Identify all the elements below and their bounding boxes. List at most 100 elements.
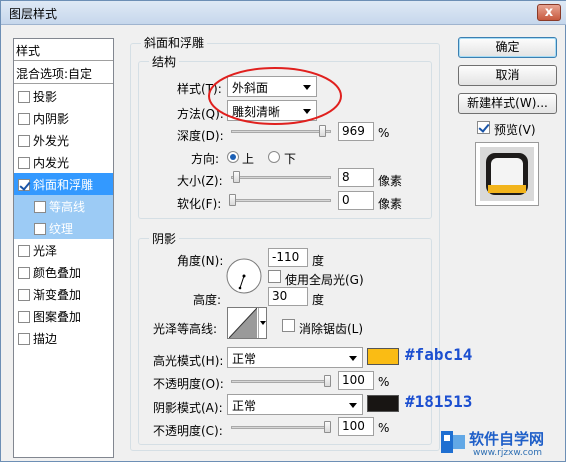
depth-slider-thumb[interactable] [319,125,327,137]
style-item-checkbox[interactable] [34,223,46,235]
structure-title: 结构 [149,53,180,70]
style-item-label: 图案叠加 [33,310,82,324]
shadow-color-swatch[interactable] [367,395,399,412]
style-item-checkbox[interactable] [18,289,30,301]
new-style-button[interactable]: 新建样式(W)... [458,93,557,114]
style-item-label: 斜面和浮雕 [33,178,94,192]
direction-down-radio[interactable] [268,151,280,163]
style-item-label: 光泽 [33,244,58,258]
site-logo-icon [441,431,465,453]
preview-swatch-icon [480,147,534,201]
shadow-color-note: #181513 [405,392,473,411]
shadow-opacity-label: 不透明度(C): [153,424,223,438]
watermark-url: www.rjzxw.com [473,448,542,458]
red-annotation-ellipse [208,67,342,125]
styles-header[interactable]: 样式 [14,39,113,61]
shadow-mode-select[interactable]: 正常 [227,394,363,415]
shadow-mode-value: 正常 [232,399,257,413]
depth-input[interactable]: 969 [338,122,374,141]
shadow-opacity-track[interactable] [231,426,331,429]
size-slider-track[interactable] [231,176,331,179]
style-item-checkbox[interactable] [18,113,30,125]
soften-slider-track[interactable] [231,199,331,202]
soften-input[interactable]: 0 [338,191,374,210]
soften-unit: 像素 [378,197,403,211]
shadow-opacity-unit: % [378,421,390,435]
depth-label: 深度(D): [177,129,224,143]
style-item-checkbox[interactable] [18,311,30,323]
preview-checkbox[interactable] [477,121,490,134]
highlight-opacity-label: 不透明度(O): [153,377,224,391]
angle-unit: 度 [312,254,325,268]
style-item-1[interactable]: 投影 [14,85,113,107]
gloss-contour-picker[interactable] [227,307,267,339]
depth-unit: % [378,126,390,140]
style-item-10[interactable]: 渐变叠加 [14,283,113,305]
bevel-emboss-title: 斜面和浮雕 [141,34,208,51]
style-item-checkbox[interactable] [18,267,30,279]
style-item-label: 内发光 [33,156,70,170]
style-item-checkbox[interactable] [18,91,30,103]
style-item-checkbox[interactable] [34,201,46,213]
style-item-6[interactable]: 等高线 [14,195,113,217]
altitude-unit: 度 [312,293,325,307]
blend-options-item[interactable]: 混合选项:自定 [14,62,113,84]
style-item-5[interactable]: 斜面和浮雕 [14,173,113,195]
style-item-label: 纹理 [49,222,74,236]
style-item-checkbox[interactable] [18,333,30,345]
style-item-label: 描边 [33,332,58,346]
cancel-button[interactable]: 取消 [458,65,557,86]
highlight-opacity-track[interactable] [231,380,331,383]
antialias-label: 消除锯齿(L) [299,322,364,336]
contour-curve-icon [229,308,257,338]
soften-slider-thumb[interactable] [229,194,236,206]
close-button[interactable]: x [537,4,561,21]
style-item-2[interactable]: 内阴影 [14,107,113,129]
angle-input[interactable]: -110 [268,248,308,267]
highlight-color-swatch[interactable] [367,348,399,365]
chevron-down-icon [349,356,357,361]
style-item-label: 渐变叠加 [33,288,82,302]
style-item-11[interactable]: 图案叠加 [14,305,113,327]
ok-button[interactable]: 确定 [458,37,557,58]
style-item-label: 外发光 [33,134,70,148]
style-item-label: 等高线 [49,200,86,214]
style-item-8[interactable]: 光泽 [14,239,113,261]
style-item-3[interactable]: 外发光 [14,129,113,151]
size-unit: 像素 [378,174,403,188]
size-slider-thumb[interactable] [232,171,240,183]
style-item-12[interactable]: 描边 [14,327,113,349]
style-item-checkbox[interactable] [18,157,30,169]
angle-dial[interactable] [225,257,263,295]
depth-slider-track[interactable] [231,130,331,133]
direction-down-label: 下 [284,152,297,166]
global-light-checkbox[interactable] [268,270,281,283]
style-item-4[interactable]: 内发光 [14,151,113,173]
layer-style-dialog: 图层样式 x 样式 混合选项:自定 投影 内阴影 外发光 内发光 斜面和浮雕 等高线 纹理光… [0,0,566,462]
antialias-checkbox[interactable] [282,319,295,332]
style-item-label: 投影 [33,90,58,104]
style-item-9[interactable]: 颜色叠加 [14,261,113,283]
direction-up-radio[interactable] [227,151,239,163]
direction-label: 方向: [191,152,220,166]
highlight-mode-select[interactable]: 正常 [227,347,363,368]
shading-title: 阴影 [149,230,180,247]
style-item-checkbox[interactable] [18,135,30,147]
chevron-down-icon [260,321,266,325]
style-item-checkbox[interactable] [18,245,30,257]
style-item-7[interactable]: 纹理 [14,217,113,239]
window-title: 图层样式 [9,7,58,21]
shadow-mode-label: 阴影模式(A): [153,401,223,415]
altitude-input[interactable]: 30 [268,287,308,306]
shadow-opacity-input[interactable]: 100 [338,417,374,436]
highlight-mode-value: 正常 [232,352,257,366]
title-bar[interactable]: 图层样式 x [1,1,566,25]
size-input[interactable]: 8 [338,168,374,187]
highlight-opacity-input[interactable]: 100 [338,371,374,390]
styles-list: 样式 混合选项:自定 投影内阴影外发光内发光斜面和浮雕等高线纹理光泽颜色叠加渐变… [13,38,114,458]
style-item-checkbox[interactable] [18,179,30,191]
highlight-opacity-thumb[interactable] [324,375,331,387]
size-label: 大小(Z): [177,174,223,188]
shadow-opacity-thumb[interactable] [324,421,331,433]
altitude-label: 高度: [193,293,222,307]
